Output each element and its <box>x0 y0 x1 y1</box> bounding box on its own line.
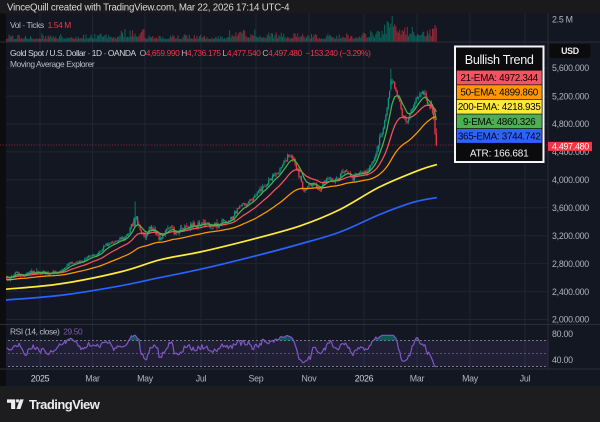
svg-text:Bullish Trend: Bullish Trend <box>465 53 534 67</box>
svg-text:365-EMA: 3744.742: 365-EMA: 3744.742 <box>458 131 541 142</box>
svg-text:VinceQuill created with Tradin: VinceQuill created with TradingView.com,… <box>7 2 290 13</box>
svg-text:9-EMA: 4860.326: 9-EMA: 4860.326 <box>463 117 536 128</box>
svg-text:ATR: 166.681: ATR: 166.681 <box>470 148 529 159</box>
svg-text:May: May <box>137 374 154 384</box>
svg-text:2025: 2025 <box>31 374 50 384</box>
svg-text:TradingView: TradingView <box>29 397 101 412</box>
svg-text:3,200.000: 3,200.000 <box>552 231 589 241</box>
svg-text:200-EMA: 4218.935: 200-EMA: 4218.935 <box>458 102 542 113</box>
svg-text:4,497.480: 4,497.480 <box>552 141 589 151</box>
svg-text:2,800.000: 2,800.000 <box>552 259 589 269</box>
svg-text:2,000.000: 2,000.000 <box>552 315 589 325</box>
svg-text:Mar: Mar <box>410 374 425 384</box>
svg-text:50-EMA: 4899.860: 50-EMA: 4899.860 <box>460 88 538 99</box>
svg-text:2,400.000: 2,400.000 <box>552 287 589 297</box>
svg-text:80.00: 80.00 <box>552 329 573 339</box>
svg-text:Jul: Jul <box>520 374 531 384</box>
svg-text:2026: 2026 <box>355 374 374 384</box>
svg-text:5,600.000: 5,600.000 <box>552 63 589 73</box>
svg-text:Nov: Nov <box>302 374 318 384</box>
svg-text:Gold Spot / U.S. Dollar - 1D -: Gold Spot / U.S. Dollar - 1D - OANDA O4,… <box>10 48 371 58</box>
svg-text:Vol - Ticks 1.54 M: Vol - Ticks 1.54 M <box>10 20 71 30</box>
svg-text:RSI (14, close) 29.50: RSI (14, close) 29.50 <box>10 327 83 337</box>
svg-text:21-EMA: 4972.344: 21-EMA: 4972.344 <box>460 73 538 84</box>
svg-text:Jul: Jul <box>196 374 207 384</box>
svg-text:3,600.000: 3,600.000 <box>552 203 589 213</box>
svg-text:Sep: Sep <box>249 374 264 384</box>
svg-text:USD: USD <box>561 46 579 56</box>
svg-text:Moving Average Explorer: Moving Average Explorer <box>10 59 95 69</box>
svg-text:4,800.000: 4,800.000 <box>552 119 589 129</box>
svg-text:2.5 M: 2.5 M <box>552 15 573 25</box>
svg-text:40.00: 40.00 <box>552 355 573 365</box>
svg-text:5,200.000: 5,200.000 <box>552 91 589 101</box>
svg-text:May: May <box>462 374 479 384</box>
svg-text:4,000.000: 4,000.000 <box>552 175 589 185</box>
svg-text:Mar: Mar <box>85 374 100 384</box>
